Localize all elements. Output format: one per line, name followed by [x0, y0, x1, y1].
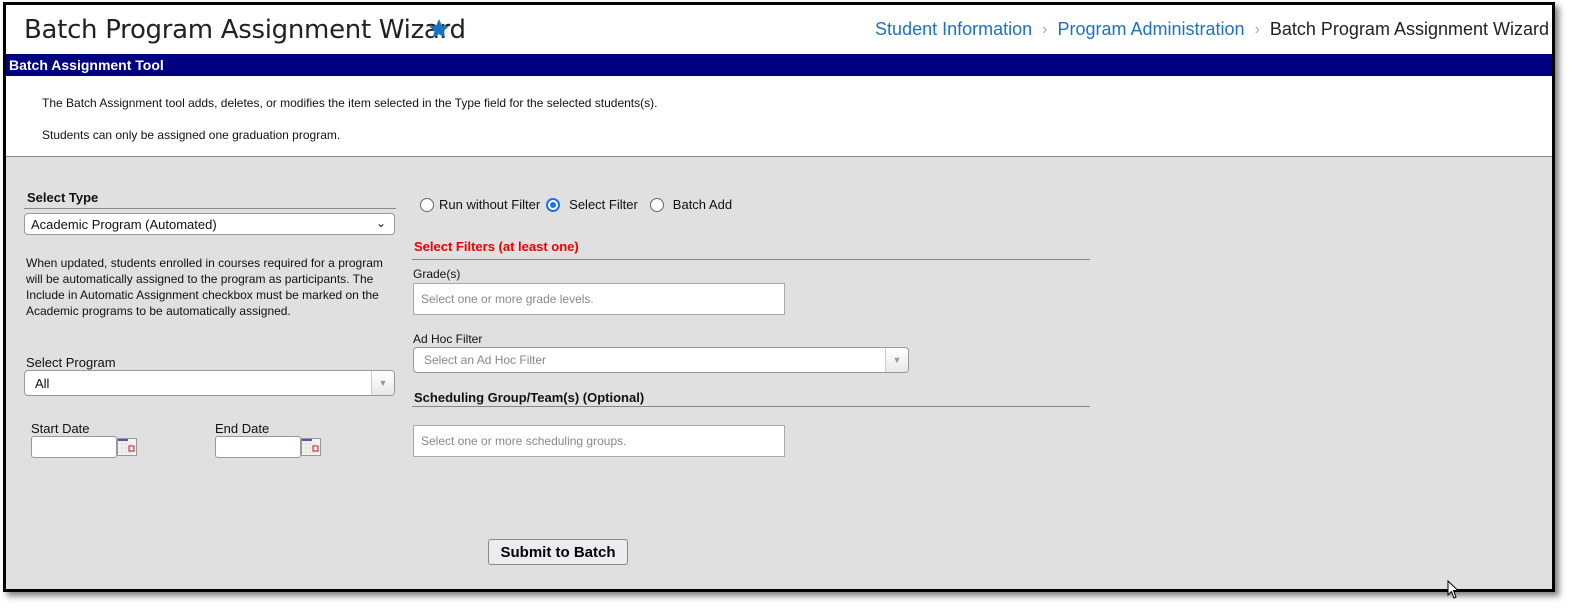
radio-label: Batch Add	[672, 197, 733, 212]
calendar-icon[interactable]	[301, 438, 321, 456]
info-panel: The Batch Assignment tool adds, deletes,…	[6, 76, 1552, 157]
divider	[24, 208, 396, 209]
select-type-dropdown[interactable]: Academic Program (Automated) ⌄	[24, 213, 395, 235]
select-type-description: When updated, students enrolled in cours…	[26, 256, 383, 318]
radio-run-without-filter[interactable]	[420, 197, 434, 212]
chevron-right-icon: ›	[1042, 20, 1048, 38]
adhoc-filter-dropdown[interactable]: Select an Ad Hoc Filter ▼	[413, 347, 909, 373]
select-program-value: All	[35, 376, 50, 391]
grades-label: Grade(s)	[413, 267, 461, 281]
select-filters-heading: Select Filters (at least one)	[414, 239, 579, 254]
breadcrumb-student-information[interactable]: Student Information	[875, 19, 1032, 40]
divider	[412, 259, 1090, 260]
submit-to-batch-button[interactable]: Submit to Batch	[488, 539, 628, 565]
adhoc-filter-label: Ad Hoc Filter	[413, 332, 483, 346]
end-date-input[interactable]	[215, 436, 301, 458]
end-date-label: End Date	[215, 421, 270, 436]
info-text-1: The Batch Assignment tool adds, deletes,…	[42, 96, 658, 110]
filter-mode-radio-group: Run without Filter Select Filter Batch A…	[420, 197, 738, 212]
divider	[412, 406, 1090, 407]
scheduling-group-heading: Scheduling Group/Team(s) (Optional)	[414, 390, 645, 405]
select-program-label: Select Program	[26, 355, 116, 370]
mouse-pointer-icon	[1447, 580, 1460, 599]
calendar-icon[interactable]	[117, 438, 137, 456]
breadcrumb: Student Information › Program Administra…	[875, 19, 1549, 40]
radio-select-filter[interactable]	[546, 197, 561, 212]
adhoc-filter-placeholder: Select an Ad Hoc Filter	[424, 353, 547, 367]
app-window: Batch Program Assignment Wizard Student …	[3, 2, 1555, 592]
radio-label: Run without Filter	[439, 197, 541, 212]
select-program-dropdown[interactable]: All ▼	[24, 370, 395, 396]
page-title: Batch Program Assignment Wizard	[24, 15, 466, 45]
chevron-right-icon: ›	[1254, 20, 1260, 38]
start-date-input[interactable]	[31, 436, 117, 458]
select-type-label: Select Type	[27, 190, 99, 205]
page-header: Batch Program Assignment Wizard Student …	[6, 5, 1552, 54]
dropdown-arrow-icon: ▼	[885, 348, 908, 372]
scheduling-groups-input[interactable]: Select one or more scheduling groups.	[413, 425, 785, 457]
info-text-2: Students can only be assigned one gradua…	[42, 128, 341, 142]
radio-batch-add[interactable]	[649, 197, 664, 212]
breadcrumb-current: Batch Program Assignment Wizard	[1269, 19, 1549, 39]
chevron-down-icon: ⌄	[375, 216, 386, 230]
dropdown-arrow-icon: ▼	[371, 371, 394, 395]
star-icon[interactable]	[427, 17, 451, 41]
section-title-bar: Batch Assignment Tool	[6, 54, 1552, 76]
select-type-value: Academic Program (Automated)	[31, 217, 217, 232]
start-date-label: Start Date	[31, 421, 90, 436]
breadcrumb-program-administration[interactable]: Program Administration	[1057, 19, 1244, 40]
radio-label: Select Filter	[569, 197, 638, 212]
grades-input[interactable]: Select one or more grade levels.	[413, 283, 785, 315]
